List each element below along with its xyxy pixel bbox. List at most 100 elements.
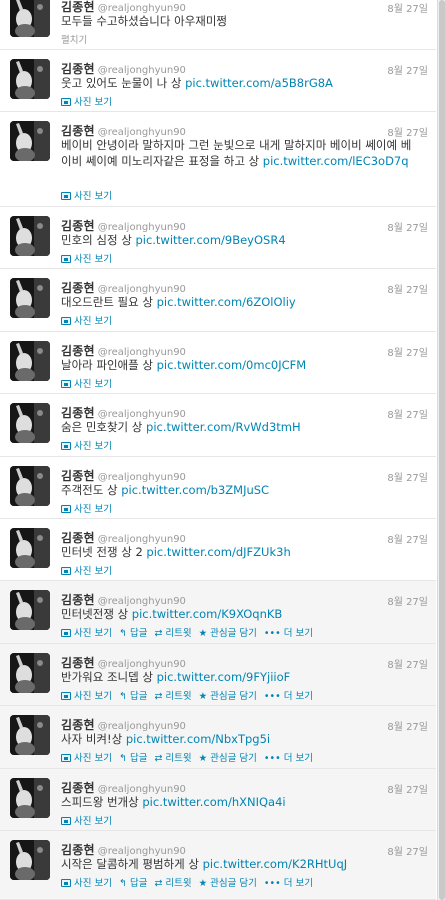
avatar[interactable]	[10, 466, 50, 506]
avatar[interactable]	[10, 121, 50, 161]
tweet-text: 숨은 민호찾기 상 pic.twitter.com/RvWd3tmH	[61, 419, 421, 435]
favorite-button[interactable]: ★ 관심글 담기	[199, 688, 257, 702]
expand-link[interactable]: 펼치기	[61, 32, 87, 46]
tweet-item[interactable]: 김종현 @realjonghyun90 8월 27일 민터넷전쟁 상 pic.twit…	[0, 581, 436, 644]
user-name[interactable]: 김종현	[61, 843, 95, 857]
user-name[interactable]: 김종현	[61, 0, 95, 14]
tweet-actions: 사진 보기	[61, 313, 119, 327]
user-name[interactable]: 김종현	[61, 406, 95, 420]
user-name[interactable]: 김종현	[61, 593, 95, 607]
tweet-photo-link[interactable]: pic.twitter.com/b3ZMJuSC	[121, 483, 269, 497]
user-name[interactable]: 김종현	[61, 124, 95, 138]
view-photo-button[interactable]: 사진 보기	[61, 313, 112, 327]
tweet-photo-link[interactable]: pic.twitter.com/9FYjiioF	[157, 670, 291, 684]
tweet-photo-link[interactable]: pic.twitter.com/K9XOqnKB	[132, 607, 283, 621]
retweet-button-label: 리트윗	[165, 753, 192, 764]
tweet-photo-link[interactable]: pic.twitter.com/6ZOlOliy	[157, 295, 296, 309]
avatar[interactable]	[10, 0, 50, 37]
retweet-button[interactable]: ⇄ 리트윗	[154, 875, 191, 889]
avatar[interactable]	[10, 216, 50, 256]
tweet-header: 김종현 @realjonghyun90	[61, 841, 186, 857]
avatar[interactable]	[10, 590, 50, 630]
tweet-photo-link[interactable]: pic.twitter.com/K2RHtUqJ	[203, 857, 348, 871]
tweet-photo-link[interactable]: pic.twitter.com/a5B8rG8A	[185, 76, 333, 90]
view-photo-button[interactable]: 사진 보기	[61, 188, 112, 202]
avatar[interactable]	[10, 653, 50, 693]
retweet-button[interactable]: ⇄ 리트윗	[154, 625, 191, 639]
view-photo-button[interactable]: 사진 보기	[61, 94, 112, 108]
scrollbar[interactable]	[437, 0, 445, 900]
view-photo-button[interactable]: 사진 보기	[61, 376, 112, 390]
tweet-photo-link[interactable]: pic.twitter.com/0mc0JCFM	[157, 358, 307, 372]
avatar[interactable]	[10, 341, 50, 381]
user-name[interactable]: 김종현	[61, 781, 95, 795]
view-photo-button[interactable]: 사진 보기	[61, 688, 112, 702]
reply-button[interactable]: ↰ 답글	[119, 875, 147, 889]
view-photo-button[interactable]: 사진 보기	[61, 438, 112, 452]
view-photo-button[interactable]: 사진 보기	[61, 875, 112, 889]
view-photo-button[interactable]: 사진 보기	[61, 501, 112, 515]
retweet-button[interactable]: ⇄ 리트윗	[154, 688, 191, 702]
avatar[interactable]	[10, 278, 50, 318]
tweet-header: 김종현 @realjonghyun90	[61, 404, 186, 420]
tweet-actions: 사진 보기	[61, 813, 119, 827]
tweet-item[interactable]: 김종현 @realjonghyun90 8월 27일 스피드왕 번개상 pic.twi…	[0, 769, 436, 831]
tweet-photo-link[interactable]: pic.twitter.com/RvWd3tmH	[146, 420, 301, 434]
favorite-button-label: 관심글 담기	[210, 628, 257, 639]
tweet-header: 김종현 @realjonghyun90	[61, 779, 186, 795]
tweet-item[interactable]: 김종현 @realjonghyun90 8월 27일 민호의 심정 상 pic.twi…	[0, 207, 436, 269]
avatar[interactable]	[10, 840, 50, 880]
reply-button[interactable]: ↰ 답글	[119, 688, 147, 702]
retweet-button[interactable]: ⇄ 리트윗	[154, 750, 191, 764]
user-name[interactable]: 김종현	[61, 62, 95, 76]
tweet-item[interactable]: 김종현 @realjonghyun90 8월 27일 숨은 민호찾기 상 pic.tw…	[0, 394, 436, 457]
favorite-button[interactable]: ★ 관심글 담기	[199, 875, 257, 889]
retweet-button-label: 리트윗	[165, 628, 192, 639]
tweet-item[interactable]: 김종현 @realjonghyun90 8월 27일 주객전도 상 pic.twitt…	[0, 457, 436, 519]
tweet-item[interactable]: 김종현 @realjonghyun90 8월 27일 사자 비켜!상 pic.twit…	[0, 706, 436, 769]
tweet-photo-link[interactable]: pic.twitter.com/hXNIQa4i	[142, 795, 285, 809]
more-button[interactable]: ••• 더 보기	[264, 875, 313, 889]
view-photo-label: 사진 보기	[74, 816, 112, 827]
tweet-photo-link[interactable]: pic.twitter.com/dJFZUk3h	[146, 545, 290, 559]
tweet-item[interactable]: 김종현 @realjonghyun90 8월 27일 시작은 달콤하게 평범하게 상 …	[0, 831, 436, 900]
user-name[interactable]: 김종현	[61, 344, 95, 358]
tweet-item[interactable]: 김종현 @realjonghyun90 8월 27일 모두들 수고하셨습니다 아우재미…	[0, 0, 436, 50]
user-name[interactable]: 김종현	[61, 531, 95, 545]
more-icon: •••	[263, 691, 281, 702]
view-photo-button[interactable]: 사진 보기	[61, 813, 112, 827]
more-button[interactable]: ••• 더 보기	[264, 625, 313, 639]
avatar[interactable]	[10, 715, 50, 755]
scrollbar-thumb[interactable]	[439, 0, 445, 900]
tweet-text: 민터넷 전쟁 상 2 pic.twitter.com/dJFZUk3h	[61, 544, 421, 560]
user-name[interactable]: 김종현	[61, 469, 95, 483]
tweet-item[interactable]: 김종현 @realjonghyun90 8월 27일 민터넷 전쟁 상 2 pic.t…	[0, 519, 436, 581]
reply-button[interactable]: ↰ 답글	[119, 750, 147, 764]
tweet-photo-link[interactable]: pic.twitter.com/lEC3oD7q	[263, 154, 409, 168]
tweet-text: 웃고 있어도 눈물이 나 상 pic.twitter.com/a5B8rG8A	[61, 75, 421, 91]
tweet-photo-link[interactable]: pic.twitter.com/NbxTpg5i	[126, 732, 270, 746]
tweet-item[interactable]: 김종현 @realjonghyun90 8월 27일 대오드란트 필요 상 pic.t…	[0, 269, 436, 332]
view-photo-button[interactable]: 사진 보기	[61, 563, 112, 577]
avatar[interactable]	[10, 403, 50, 443]
avatar[interactable]	[10, 778, 50, 818]
view-photo-button[interactable]: 사진 보기	[61, 750, 112, 764]
avatar[interactable]	[10, 528, 50, 568]
tweet-item[interactable]: 김종현 @realjonghyun90 8월 27일 베이비 안녕이라 말하지마 그런…	[0, 112, 436, 207]
user-name[interactable]: 김종현	[61, 718, 95, 732]
tweet-item[interactable]: 김종현 @realjonghyun90 8월 27일 반가워요 조니뎁 상 pic.t…	[0, 644, 436, 706]
more-button[interactable]: ••• 더 보기	[264, 750, 313, 764]
user-name[interactable]: 김종현	[61, 656, 95, 670]
favorite-button[interactable]: ★ 관심글 담기	[199, 750, 257, 764]
user-name[interactable]: 김종현	[61, 281, 95, 295]
tweet-item[interactable]: 김종현 @realjonghyun90 8월 27일 웃고 있어도 눈물이 나 상 p…	[0, 50, 436, 112]
more-button[interactable]: ••• 더 보기	[264, 688, 313, 702]
favorite-button[interactable]: ★ 관심글 담기	[199, 625, 257, 639]
view-photo-button[interactable]: 사진 보기	[61, 251, 112, 265]
tweet-item[interactable]: 김종현 @realjonghyun90 8월 27일 날아라 파인애플 상 pic.t…	[0, 332, 436, 394]
user-name[interactable]: 김종현	[61, 219, 95, 233]
reply-button[interactable]: ↰ 답글	[119, 625, 147, 639]
tweet-photo-link[interactable]: pic.twitter.com/9BeyOSR4	[135, 233, 285, 247]
view-photo-button[interactable]: 사진 보기	[61, 625, 112, 639]
avatar[interactable]	[10, 59, 50, 99]
